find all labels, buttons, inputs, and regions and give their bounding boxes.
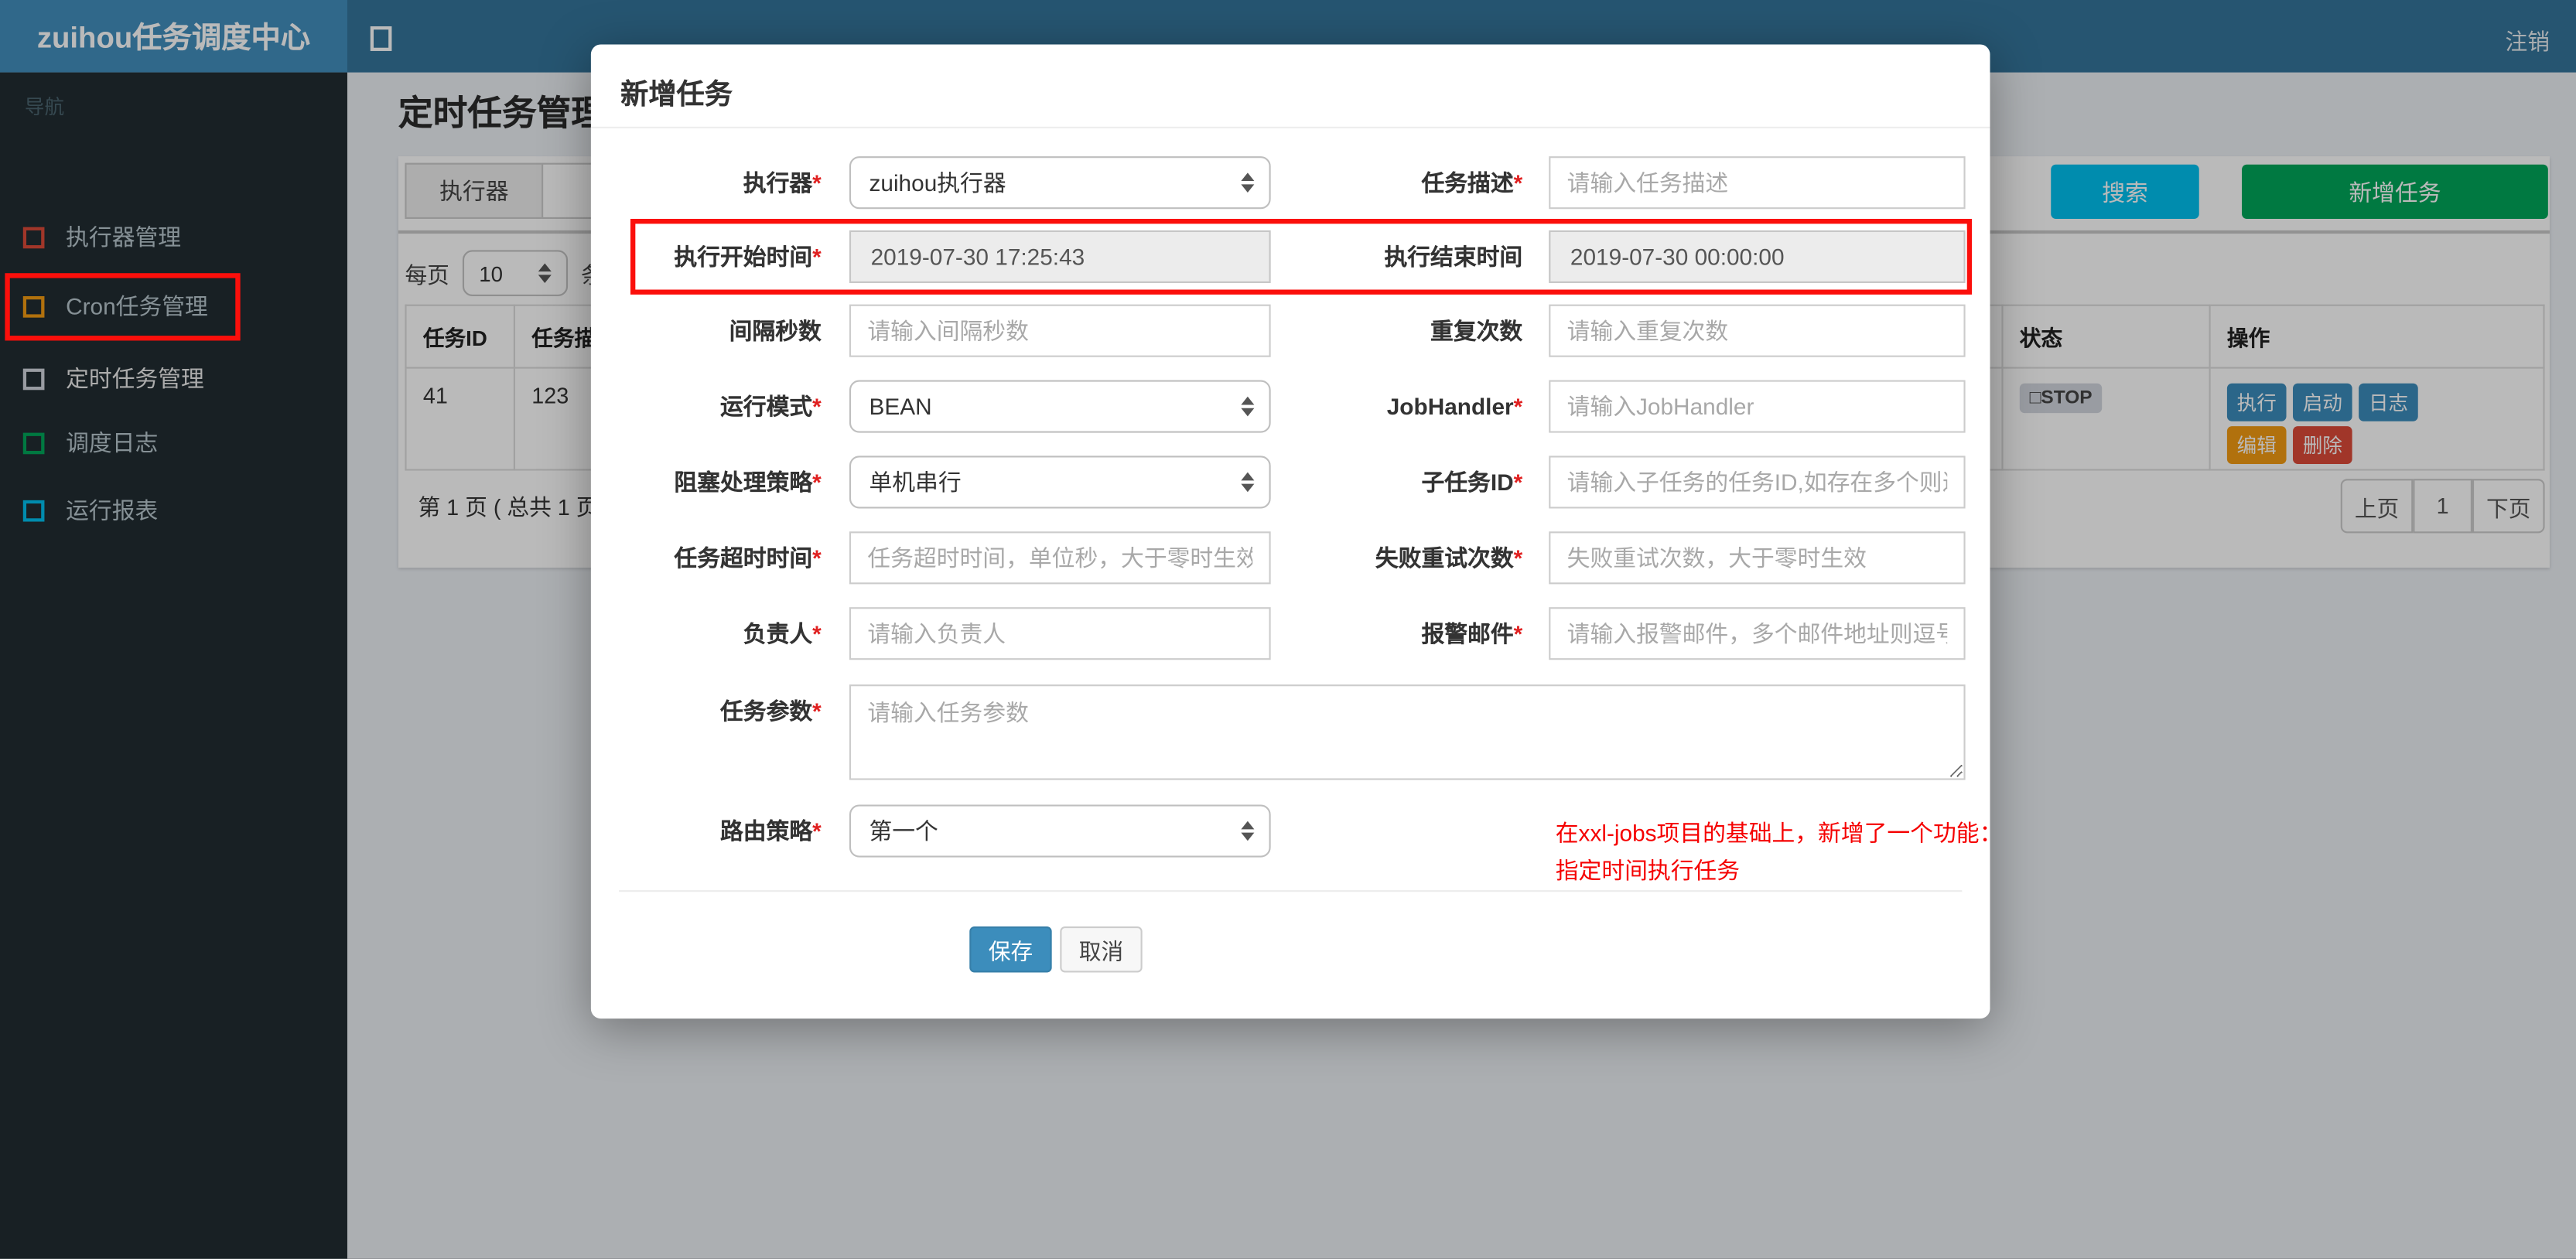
route-strategy-select[interactable]: 第一个 xyxy=(849,804,1271,858)
retry-input[interactable] xyxy=(1549,531,1966,585)
repeat-count-input[interactable] xyxy=(1549,304,1966,357)
job-desc-label: 任务描述* xyxy=(1421,169,1523,196)
modal-footer-divider xyxy=(619,890,1963,892)
form-row-author: 负责人* 报警邮件* xyxy=(591,607,1990,660)
block-strategy-select[interactable]: 单机串行 xyxy=(849,455,1271,509)
end-time-input[interactable]: 2019-07-30 00:00:00 xyxy=(1549,230,1966,283)
screen: zuihou任务调度中心 注销 导航 执行器管理 Cron任务管理 定时任务管理… xyxy=(0,0,2576,1259)
start-time-label: 执行开始时间* xyxy=(674,243,822,270)
modal-header-divider xyxy=(590,126,1990,128)
block-strategy-label: 阻塞处理策略* xyxy=(674,469,822,496)
job-handler-label: JobHandler* xyxy=(1386,393,1523,420)
executor-label: 执行器* xyxy=(743,169,822,196)
alarm-email-input[interactable] xyxy=(1549,607,1966,660)
form-row-job-param: 任务参数* xyxy=(591,684,1990,780)
author-input[interactable] xyxy=(849,607,1271,660)
retry-label: 失败重试次数* xyxy=(1375,544,1523,571)
alarm-email-label: 报警邮件* xyxy=(1421,620,1523,647)
job-desc-input[interactable] xyxy=(1549,156,1966,210)
executor-select[interactable]: zuihou执行器 xyxy=(849,156,1271,210)
form-row-glue-type: 运行模式* BEAN JobHandler* xyxy=(591,380,1990,433)
cancel-button[interactable]: 取消 xyxy=(1060,926,1143,973)
glue-type-label: 运行模式* xyxy=(720,393,822,420)
glue-type-select[interactable]: BEAN xyxy=(849,380,1271,433)
form-row-timeout: 任务超时时间* 失败重试次数* xyxy=(591,531,1990,585)
add-task-modal: 新增任务 执行器* zuihou执行器 任务描述* 执行开始时间* 2019-0… xyxy=(590,44,2002,1019)
start-time-input[interactable]: 2019-07-30 17:25:43 xyxy=(849,230,1271,283)
form-row-interval: 间隔秒数 重复次数 xyxy=(591,304,1990,357)
form-row-exec-time: 执行开始时间* 2019-07-30 17:25:43 执行结束时间 2019-… xyxy=(591,230,1990,283)
timeout-input[interactable] xyxy=(849,531,1271,585)
child-job-label: 子任务ID* xyxy=(1421,469,1523,496)
child-job-input[interactable] xyxy=(1549,455,1966,509)
form-row-block-strategy: 阻塞处理策略* 单机串行 子任务ID* xyxy=(591,455,1990,509)
job-handler-input[interactable] xyxy=(1549,380,1966,433)
feature-hint-text: 在xxl-jobs项目的基础上，新增了一个功能： 指定时间执行任务 xyxy=(1555,819,2003,884)
route-strategy-label: 路由策略* xyxy=(720,817,822,844)
timeout-label: 任务超时时间* xyxy=(674,544,822,571)
modal-title: 新增任务 xyxy=(620,79,733,111)
save-button[interactable]: 保存 xyxy=(969,926,1052,973)
interval-label: 间隔秒数 xyxy=(729,317,822,344)
form-row-executor: 执行器* zuihou执行器 任务描述* xyxy=(591,156,1990,210)
end-time-label: 执行结束时间 xyxy=(1384,243,1523,270)
author-label: 负责人* xyxy=(743,620,822,647)
job-param-label: 任务参数* xyxy=(720,698,822,725)
job-param-textarea[interactable] xyxy=(849,684,1966,780)
repeat-count-label: 重复次数 xyxy=(1430,317,1523,344)
interval-input[interactable] xyxy=(849,304,1271,357)
select-arrows-icon xyxy=(1241,821,1255,841)
